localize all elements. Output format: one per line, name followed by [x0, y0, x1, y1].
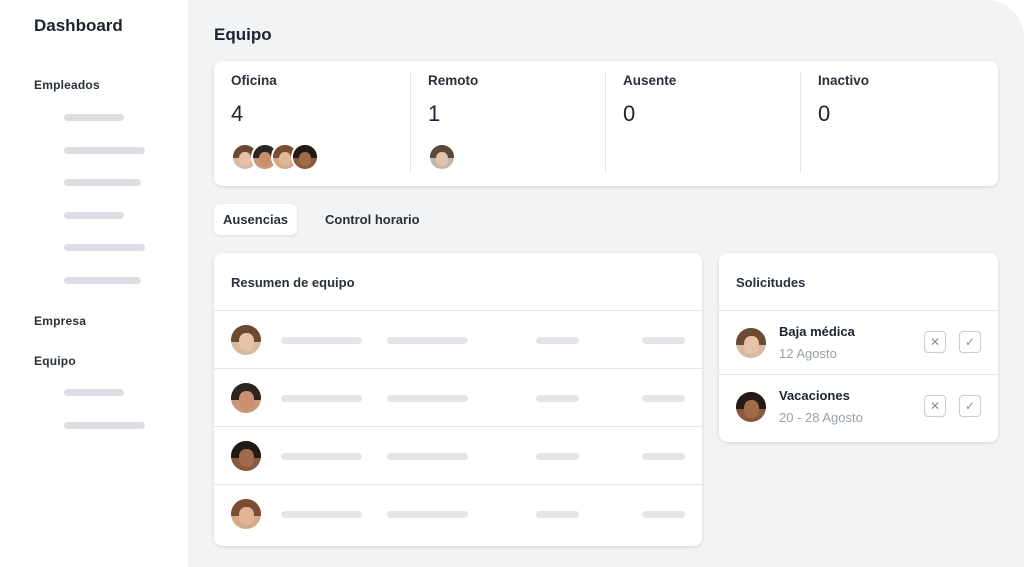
- avatar[interactable]: [291, 143, 319, 171]
- stat-value: 4: [231, 101, 244, 126]
- requests-card: Solicitudes Baja médica 12 Agosto ✕ ✓ Va…: [719, 253, 998, 442]
- text-placeholder: [642, 395, 685, 402]
- sidebar-item-empleados[interactable]: Empleados: [34, 78, 100, 92]
- table-row[interactable]: [214, 311, 702, 369]
- stat-remoto[interactable]: Remoto 1: [410, 73, 605, 173]
- table-row[interactable]: [214, 427, 702, 485]
- text-placeholder: [387, 453, 468, 460]
- sidebar-subitem-placeholder[interactable]: [64, 147, 145, 154]
- avatar[interactable]: [428, 143, 456, 171]
- text-placeholder: [536, 395, 579, 402]
- sidebar-title[interactable]: Dashboard: [34, 16, 123, 36]
- text-placeholder: [281, 337, 362, 344]
- text-placeholder: [536, 337, 579, 344]
- tab-control-horario[interactable]: Control horario: [316, 204, 429, 235]
- text-placeholder: [281, 453, 362, 460]
- text-placeholder: [642, 337, 685, 344]
- close-icon: ✕: [929, 399, 941, 413]
- stat-inactivo[interactable]: Inactivo 0: [800, 73, 995, 173]
- sidebar: Dashboard Empleados Empresa Equipo: [0, 0, 188, 567]
- stat-oficina[interactable]: Oficina 4: [214, 73, 409, 173]
- sidebar-subitem-placeholder[interactable]: [64, 422, 145, 429]
- main-content: Equipo Oficina 4 Remoto 1 Ausente 0 Inac…: [188, 0, 1024, 567]
- text-placeholder: [536, 453, 579, 460]
- table-row[interactable]: [214, 485, 702, 543]
- avatar: [736, 328, 766, 358]
- sidebar-subitem-placeholder[interactable]: [64, 212, 124, 219]
- stat-ausente[interactable]: Ausente 0: [605, 73, 800, 173]
- sidebar-subitem-placeholder[interactable]: [64, 179, 141, 186]
- avatar-group: [231, 143, 319, 173]
- check-icon: ✓: [964, 399, 976, 413]
- sidebar-item-equipo[interactable]: Equipo: [34, 354, 76, 368]
- team-status-card: Oficina 4 Remoto 1 Ausente 0 Inactivo 0: [214, 61, 998, 186]
- stat-label: Remoto: [428, 73, 479, 88]
- avatar: [231, 499, 261, 529]
- text-placeholder: [387, 337, 468, 344]
- card-title: Resumen de equipo: [231, 275, 355, 290]
- sidebar-subitem-placeholder[interactable]: [64, 389, 124, 396]
- page-title: Equipo: [214, 25, 272, 44]
- card-header: Solicitudes: [719, 253, 998, 311]
- team-summary-card: Resumen de equipo: [214, 253, 702, 546]
- request-title: Vacaciones: [779, 388, 850, 403]
- avatar-group: [428, 143, 456, 173]
- text-placeholder: [642, 511, 685, 518]
- request-date: 12 Agosto: [779, 346, 837, 361]
- text-placeholder: [536, 511, 579, 518]
- request-item: Vacaciones 20 - 28 Agosto ✕ ✓: [719, 375, 998, 439]
- avatar: [736, 392, 766, 422]
- sidebar-subitem-placeholder[interactable]: [64, 244, 145, 251]
- request-date: 20 - 28 Agosto: [779, 410, 863, 425]
- avatar: [231, 383, 261, 413]
- table-row[interactable]: [214, 369, 702, 427]
- approve-button[interactable]: ✓: [959, 395, 981, 417]
- stat-value: 0: [818, 101, 831, 126]
- text-placeholder: [642, 453, 685, 460]
- close-icon: ✕: [929, 335, 941, 349]
- sidebar-subitem-placeholder[interactable]: [64, 277, 141, 284]
- text-placeholder: [387, 395, 468, 402]
- text-placeholder: [281, 511, 362, 518]
- reject-button[interactable]: ✕: [924, 331, 946, 353]
- request-title: Baja médica: [779, 324, 855, 339]
- stat-value: 0: [623, 101, 636, 126]
- sidebar-subitem-placeholder[interactable]: [64, 114, 124, 121]
- stat-label: Inactivo: [818, 73, 870, 88]
- card-header: Resumen de equipo: [214, 253, 702, 311]
- check-icon: ✓: [964, 335, 976, 349]
- stat-label: Ausente: [623, 73, 677, 88]
- card-title: Solicitudes: [736, 275, 806, 290]
- tab-ausencias[interactable]: Ausencias: [214, 204, 298, 235]
- stat-value: 1: [428, 101, 441, 126]
- sidebar-item-empresa[interactable]: Empresa: [34, 314, 86, 328]
- avatar: [231, 441, 261, 471]
- reject-button[interactable]: ✕: [924, 395, 946, 417]
- approve-button[interactable]: ✓: [959, 331, 981, 353]
- request-item: Baja médica 12 Agosto ✕ ✓: [719, 311, 998, 375]
- avatar: [231, 325, 261, 355]
- text-placeholder: [281, 395, 362, 402]
- text-placeholder: [387, 511, 468, 518]
- stat-label: Oficina: [231, 73, 277, 88]
